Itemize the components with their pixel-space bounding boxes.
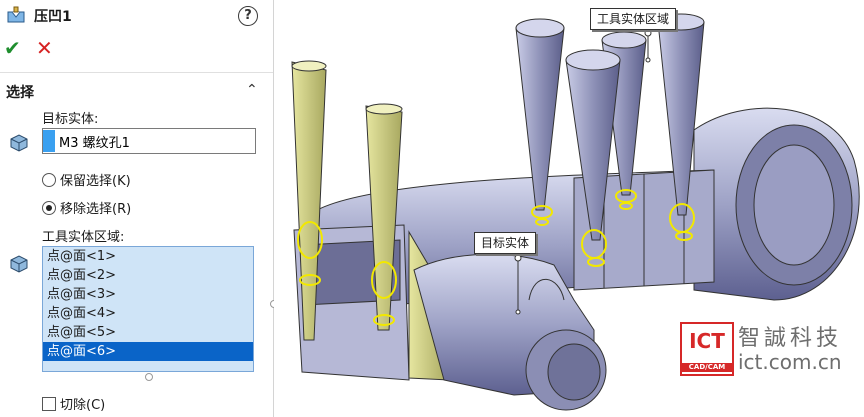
target-body-input[interactable] bbox=[59, 133, 239, 149]
tool-body-icon bbox=[10, 255, 28, 273]
ict-logo-icon: ICT CAD/CAM bbox=[680, 322, 734, 376]
cut-label: 切除(C) bbox=[60, 398, 106, 413]
property-manager-panel: 压凹1 ? ✔ ✕ 选择 ⌃ 目标实体: 保留选择(K) 移除选择(R) 工具实… bbox=[0, 0, 274, 417]
tool-region-list[interactable]: 点@面<1> 点@面<2> 点@面<3> 点@面<4> 点@面<5> 点@面<6… bbox=[42, 246, 254, 372]
list-item[interactable]: 点@面<2> bbox=[43, 266, 253, 285]
company-url: ict.com.cn bbox=[738, 350, 842, 374]
divider bbox=[0, 72, 273, 73]
target-body-field[interactable] bbox=[42, 128, 256, 154]
keep-selection-radio[interactable]: 保留选择(K) bbox=[42, 170, 131, 189]
radio-indicator-checked bbox=[42, 200, 56, 215]
logo-subtext: CAD/CAM bbox=[682, 363, 732, 372]
section-title-selection[interactable]: 选择 bbox=[6, 82, 34, 102]
logo-text: ICT bbox=[689, 329, 725, 353]
remove-selection-label: 移除选择(R) bbox=[60, 202, 132, 217]
checkbox-indicator bbox=[42, 396, 56, 411]
feature-header: 压凹1 bbox=[6, 4, 72, 28]
help-icon[interactable]: ? bbox=[238, 6, 258, 26]
company-name: 智誠科技 bbox=[738, 326, 843, 351]
cut-checkbox[interactable]: 切除(C) bbox=[42, 394, 105, 413]
radio-indicator bbox=[42, 172, 56, 187]
list-item[interactable]: 点@面<4> bbox=[43, 304, 253, 323]
list-item[interactable]: 点@面<5> bbox=[43, 323, 253, 342]
list-item-selected[interactable]: 点@面<6> bbox=[43, 342, 253, 361]
tool-region-label: 工具实体区域: bbox=[42, 230, 125, 245]
rear-housing bbox=[693, 107, 860, 301]
list-item[interactable]: 点@面<3> bbox=[43, 285, 253, 304]
ok-button[interactable]: ✔ bbox=[4, 38, 21, 58]
tool-region-callout: 工具实体区域 bbox=[590, 8, 677, 30]
remove-selection-radio[interactable]: 移除选择(R) bbox=[42, 198, 131, 217]
cancel-button[interactable]: ✕ bbox=[36, 38, 53, 58]
list-item[interactable]: 点@面<1> bbox=[43, 247, 253, 266]
indent-feature-icon bbox=[7, 6, 25, 23]
keep-selection-label: 保留选择(K) bbox=[60, 174, 131, 189]
collapse-chevron-icon[interactable]: ⌃ bbox=[246, 82, 258, 98]
feature-title: 压凹1 bbox=[34, 9, 72, 25]
selection-color-swatch bbox=[43, 130, 55, 152]
watermark-logo: ICT CAD/CAM 智誠科技 ict.com.cn bbox=[680, 320, 858, 376]
target-body-callout: 目标实体 bbox=[474, 232, 537, 254]
solid-body-icon bbox=[10, 134, 28, 152]
list-resize-handle[interactable] bbox=[145, 373, 153, 381]
target-body-label: 目标实体: bbox=[42, 112, 99, 127]
